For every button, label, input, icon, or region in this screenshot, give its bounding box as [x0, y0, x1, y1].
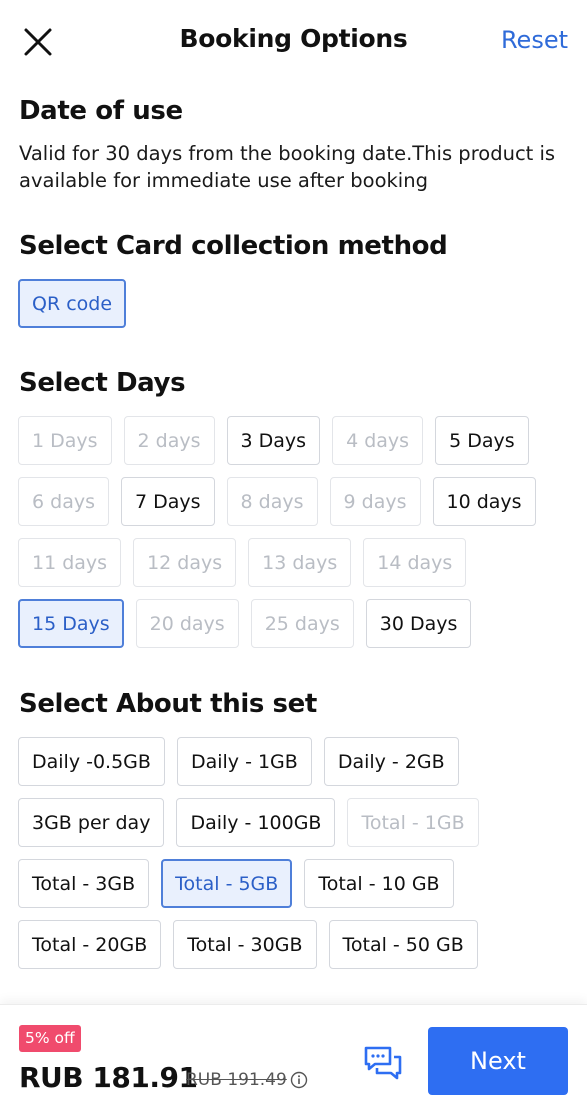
original-price: RUB 191.49	[186, 1070, 287, 1090]
days-option[interactable]: 30 Days	[365, 599, 472, 648]
date-of-use-title: Date of use	[19, 96, 183, 126]
set-option[interactable]: Total - 5GB	[161, 859, 293, 908]
days-option[interactable]: 1 Days	[18, 416, 112, 465]
days-option[interactable]: 8 days	[226, 477, 318, 526]
days-option[interactable]: 4 days	[332, 416, 424, 465]
days-option[interactable]: 2 days	[123, 416, 215, 465]
discount-badge: 5% off	[19, 1025, 81, 1052]
days-option[interactable]: 12 days	[133, 538, 237, 587]
days-option[interactable]: 13 days	[248, 538, 352, 587]
reset-button[interactable]: Reset	[501, 26, 568, 54]
days-option[interactable]: 10 days	[432, 477, 536, 526]
days-option[interactable]: 11 days	[18, 538, 122, 587]
set-option[interactable]: Total - 1GB	[347, 798, 479, 847]
set-option[interactable]: 3GB per day	[18, 798, 165, 847]
header: Booking Options Reset	[0, 0, 587, 82]
days-option[interactable]: 25 days	[250, 599, 354, 648]
info-icon[interactable]	[290, 1071, 308, 1089]
collection-method-option[interactable]: QR code	[18, 279, 127, 328]
set-option[interactable]: Daily - 2GB	[323, 737, 459, 786]
set-option[interactable]: Total - 30GB	[173, 920, 317, 969]
set-option[interactable]: Daily - 1GB	[176, 737, 312, 786]
days-option[interactable]: 7 Days	[120, 477, 215, 526]
days-title: Select Days	[19, 368, 186, 398]
bottom-bar: 5% off RUB 181.91 RUB 191.49 Next	[0, 1004, 587, 1113]
current-price: RUB 181.91	[19, 1061, 198, 1094]
days-options: 1 Days 2 days 3 Days 4 days 5 Days 6 days 7 Da…	[18, 416, 573, 648]
days-option[interactable]: 6 days	[18, 477, 109, 526]
days-option[interactable]: 15 Days	[18, 599, 124, 648]
set-option[interactable]: Total - 10 GB	[304, 859, 454, 908]
set-option[interactable]: Total - 20GB	[18, 920, 162, 969]
set-option[interactable]: Daily -0.5GB	[18, 737, 165, 786]
days-option[interactable]: 14 days	[363, 538, 467, 587]
days-option[interactable]: 20 days	[135, 599, 239, 648]
next-button[interactable]: Next	[428, 1027, 568, 1095]
set-option[interactable]: Total - 3GB	[18, 859, 150, 908]
page-title: Booking Options	[179, 24, 408, 53]
date-of-use-description: Valid for 30 days from the booking date.…	[19, 142, 556, 192]
collection-method-options: QR code	[18, 279, 573, 328]
set-option[interactable]: Total - 50 GB	[328, 920, 478, 969]
days-option[interactable]: 9 days	[329, 477, 421, 526]
days-option[interactable]: 3 Days	[226, 416, 321, 465]
chat-icon[interactable]	[363, 1045, 403, 1085]
days-option[interactable]: 5 Days	[435, 416, 529, 465]
set-options: Daily -0.5GB Daily - 1GB Daily - 2GB 3GB pe…	[18, 737, 573, 969]
set-title: Select About this set	[19, 689, 317, 719]
set-option[interactable]: Daily - 100GB	[176, 798, 336, 847]
collection-method-title: Select Card collection method	[19, 231, 448, 261]
